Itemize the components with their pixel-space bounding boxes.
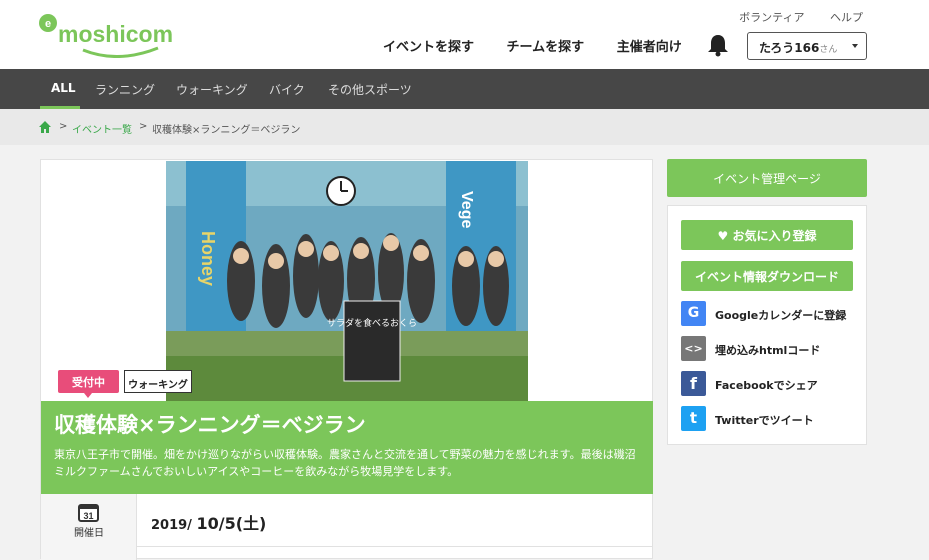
- google-icon: G: [681, 301, 706, 326]
- category-running[interactable]: ランニング: [95, 81, 155, 98]
- embed-html-link[interactable]: <> 埋め込みhtmlコード: [681, 336, 861, 362]
- svg-text:moshicom: moshicom: [58, 21, 173, 47]
- breadcrumb-current: 収穫体験×ランニング＝ベジラン: [152, 125, 301, 136]
- event-type-badge: ウォーキング: [124, 370, 192, 393]
- google-calendar-label: Googleカレンダーに登録: [715, 309, 847, 322]
- twitter-share-label: Twitterでツイート: [715, 414, 814, 427]
- moshicom-logo[interactable]: e moshicom: [38, 12, 173, 59]
- category-other-sports[interactable]: その他スポーツ: [328, 81, 412, 98]
- user-suffix: さん: [819, 45, 838, 55]
- facebook-share-link[interactable]: f Facebookでシェア: [681, 371, 861, 397]
- nav-find-events[interactable]: イベントを探す: [383, 40, 474, 55]
- main-nav: イベントを探す チームを探す 主催者向け: [383, 36, 710, 55]
- category-bar: ALL ランニング ウォーキング バイク その他スポーツ: [0, 69, 929, 109]
- top-header: e moshicom ボランティア ヘルプ イベントを探す チームを探す 主催者…: [0, 0, 929, 69]
- help-link[interactable]: ヘルプ: [830, 11, 863, 24]
- nav-organizers[interactable]: 主催者向け: [617, 40, 682, 55]
- event-description: 東京八王子市で開催。畑をかけ巡りながらい収穫体験。農家さんと交流を通して野菜の魅…: [54, 448, 636, 478]
- event-title: 収穫体験×ランニング＝ベジラン: [54, 413, 366, 437]
- home-icon[interactable]: [39, 121, 51, 133]
- event-photo: Honey Vege サラダを食べるおくら: [166, 161, 528, 401]
- photo-sign-honey: Honey: [198, 231, 218, 286]
- sidebar-actions: ♥ お気に入り登録 イベント情報ダウンロード G Googleカレンダーに登録 …: [667, 205, 867, 445]
- breadcrumb: > イベント一覧 > 収穫体験×ランニング＝ベジラン: [0, 109, 929, 145]
- event-date-year: 2019/: [151, 518, 192, 533]
- facebook-share-label: Facebookでシェア: [715, 379, 818, 392]
- category-walking[interactable]: ウォーキング: [176, 81, 248, 98]
- photo-sign-vege: Vege: [458, 191, 475, 228]
- calendar-icon: 31: [78, 502, 99, 522]
- category-all[interactable]: ALL: [51, 81, 76, 95]
- user-name: たろう166: [759, 41, 820, 55]
- category-bike[interactable]: バイク: [269, 81, 305, 98]
- embed-html-label: 埋め込みhtmlコード: [715, 344, 821, 357]
- photo-sign-salad: サラダを食べるおくら: [327, 317, 417, 329]
- download-info-button[interactable]: イベント情報ダウンロード: [681, 261, 853, 291]
- calendar-day-number: 31: [83, 511, 93, 521]
- event-summary-panel: 収穫体験×ランニング＝ベジラン 東京八王子市で開催。畑をかけ巡りながらい収穫体験…: [41, 401, 653, 494]
- date-label-cell: 31 開催日: [41, 494, 137, 547]
- breadcrumb-separator: >: [59, 121, 68, 132]
- chevron-down-icon: [852, 44, 858, 48]
- event-date-row: 31 開催日 2019/ 10/5(土): [41, 494, 653, 547]
- bell-icon[interactable]: [707, 33, 729, 57]
- event-date: 2019/ 10/5(土): [151, 510, 266, 534]
- twitter-share-link[interactable]: t Twitterでツイート: [681, 406, 861, 432]
- nav-find-teams[interactable]: チームを探す: [507, 40, 585, 55]
- status-badge: 受付中: [58, 370, 119, 398]
- top-links: ボランティア ヘルプ: [717, 9, 863, 25]
- twitter-icon: t: [681, 406, 706, 431]
- svg-text:e: e: [45, 18, 51, 30]
- event-detail-card: Honey Vege サラダを食べるおくら 受付中 ウォーキング 収穫体験×ラン…: [40, 159, 653, 560]
- event-admin-button[interactable]: イベント管理ページ: [667, 159, 867, 197]
- favorite-button[interactable]: ♥ お気に入り登録: [681, 220, 853, 250]
- heart-icon: ♥: [717, 229, 729, 243]
- favorite-button-label: お気に入り登録: [732, 229, 817, 243]
- breadcrumb-event-list[interactable]: イベント一覧: [72, 121, 132, 136]
- facebook-icon: f: [681, 371, 706, 396]
- event-date-main: 10/5(土): [196, 514, 267, 533]
- volunteer-link[interactable]: ボランティア: [739, 11, 804, 24]
- date-label: 開催日: [74, 528, 104, 539]
- google-calendar-link[interactable]: G Googleカレンダーに登録: [681, 301, 861, 327]
- user-menu-dropdown[interactable]: たろう166さん: [747, 32, 867, 60]
- breadcrumb-separator: >: [139, 121, 148, 132]
- code-icon: <>: [681, 336, 706, 361]
- next-info-row: [41, 547, 137, 560]
